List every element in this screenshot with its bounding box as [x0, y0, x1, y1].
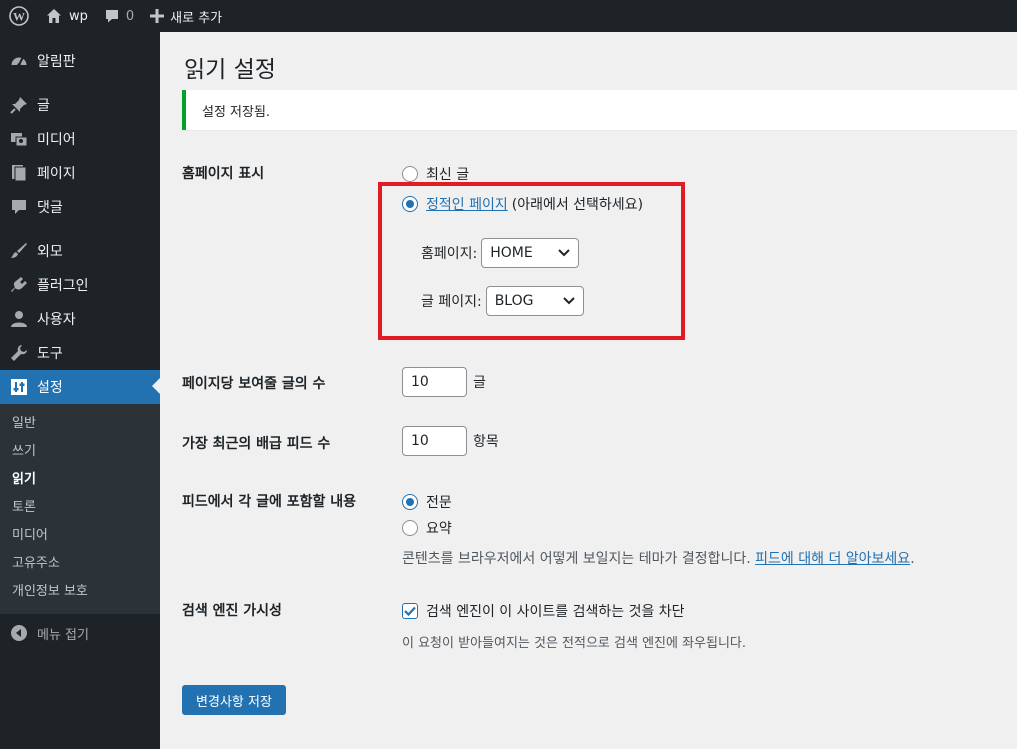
search-visibility-description: 이 요청이 받아들여지는 것은 전적으로 검색 엔진에 좌우됩니다.: [402, 636, 747, 651]
notice-text: 설정 저장됨.: [202, 104, 271, 120]
admin-sidebar: 알림판 글 미디어 페이지 댓글 외모 플러그인 사용자 도구 설정 일반 쓰기…: [0, 32, 160, 749]
new-content-label: 새로 추가: [170, 10, 223, 26]
submenu-general[interactable]: 일반: [0, 410, 160, 438]
sidebar-item-label: 플러그인: [37, 278, 89, 294]
sidebar-item-label: 페이지: [37, 166, 76, 182]
feed-items-field: 10 항목: [402, 426, 499, 456]
collapse-arrow-icon: [9, 623, 29, 643]
settings-icon: [9, 377, 29, 397]
brush-icon: [9, 241, 29, 261]
radio-button-selected[interactable]: [402, 494, 418, 510]
sidebar-item-label: 글: [37, 98, 50, 114]
posts-per-page-label: 페이지당 보여줄 글의 수: [182, 376, 326, 392]
new-content-link[interactable]: 새로 추가: [142, 0, 230, 32]
posts-per-page-unit: 글: [473, 375, 486, 391]
homepage-display-label: 홈페이지 표시: [182, 166, 265, 182]
radio-latest-posts[interactable]: 최신 글: [402, 164, 469, 184]
submenu-privacy[interactable]: 개인정보 보호: [0, 578, 160, 606]
sidebar-item-label: 설정: [37, 380, 63, 396]
feed-items-input[interactable]: 10: [402, 426, 467, 456]
feed-learn-more-link[interactable]: 피드에 대해 더 알아보세요: [755, 551, 910, 567]
collapse-menu-label: 메뉴 접기: [37, 627, 89, 643]
radio-latest-label: 최신 글: [426, 167, 470, 183]
radio-button[interactable]: [402, 520, 418, 536]
red-highlight-box: [378, 182, 685, 340]
dashboard-icon: [9, 51, 29, 71]
feed-desc-period: .: [910, 551, 915, 567]
radio-full-text[interactable]: 전문: [402, 492, 452, 512]
posts-per-page-input[interactable]: 10: [402, 367, 467, 397]
radio-summary-label: 요약: [426, 521, 452, 537]
radio-summary[interactable]: 요약: [402, 518, 452, 538]
sidebar-item-posts[interactable]: 글: [0, 88, 160, 122]
comment-icon: [9, 197, 29, 217]
admin-bar: W wp 0 새로 추가: [0, 0, 1017, 32]
save-changes-button[interactable]: 변경사항 저장: [182, 685, 286, 715]
sidebar-item-label: 도구: [37, 346, 63, 362]
plugin-icon: [9, 275, 29, 295]
submenu-writing[interactable]: 쓰기: [0, 438, 160, 466]
plus-icon: [150, 9, 165, 23]
feed-content-label: 피드에서 각 글에 포함할 내용: [182, 494, 357, 510]
sidebar-item-label: 댓글: [37, 200, 63, 216]
discourage-search-label: 검색 엔진이 이 사이트를 검색하는 것을 차단: [426, 604, 685, 620]
wordpress-logo-icon: W: [9, 6, 29, 26]
search-visibility-label: 검색 엔진 가시성: [182, 603, 282, 619]
wordpress-logo-button[interactable]: W: [0, 0, 37, 32]
sidebar-item-comments[interactable]: 댓글: [0, 190, 160, 224]
pin-icon: [9, 95, 29, 115]
sidebar-item-appearance[interactable]: 외모: [0, 234, 160, 268]
submenu-media[interactable]: 미디어: [0, 522, 160, 550]
feed-items-unit: 항목: [473, 434, 499, 450]
checkmark-icon: [404, 606, 416, 616]
feed-desc-text: 콘텐츠를 브라우저에서 어떻게 보일지는 테마가 결정합니다.: [402, 551, 751, 567]
sidebar-item-label: 알림판: [37, 54, 76, 70]
site-name: wp: [69, 8, 88, 24]
radio-full-label: 전문: [426, 495, 452, 511]
media-icon: [9, 129, 29, 149]
discourage-search-checkbox[interactable]: [402, 603, 418, 619]
settings-saved-notice: 설정 저장됨.: [182, 90, 1017, 130]
page-icon: [9, 163, 29, 183]
main-content: 읽기 설정 설정 저장됨. 홈페이지 표시 최신 글 정적인 페이지 (아래에서…: [160, 32, 1017, 749]
feed-items-label: 가장 최근의 배급 피드 수: [182, 436, 331, 452]
wrench-icon: [9, 343, 29, 363]
page-title: 읽기 설정: [184, 57, 276, 83]
svg-text:W: W: [13, 10, 25, 24]
user-icon: [9, 309, 29, 329]
sidebar-item-label: 사용자: [37, 312, 76, 328]
comments-link[interactable]: 0: [96, 0, 142, 32]
comments-count: 0: [125, 8, 135, 24]
feed-content-description: 콘텐츠를 브라우저에서 어떻게 보일지는 테마가 결정합니다. 피드에 대해 더…: [402, 548, 915, 568]
sidebar-item-plugins[interactable]: 플러그인: [0, 268, 160, 302]
sidebar-item-label: 미디어: [37, 132, 76, 148]
radio-button[interactable]: [402, 166, 418, 182]
home-icon: [47, 9, 61, 23]
search-visibility-checkbox-row[interactable]: 검색 엔진이 이 사이트를 검색하는 것을 차단: [402, 601, 685, 621]
posts-per-page-field: 10 글: [402, 367, 486, 397]
posts-per-page-value: 10: [411, 374, 429, 390]
comment-bubble-icon: [105, 10, 118, 23]
submenu-permalinks[interactable]: 고유주소: [0, 550, 160, 578]
settings-submenu: 일반 쓰기 읽기 토론 미디어 고유주소 개인정보 보호: [0, 404, 160, 614]
sidebar-item-media[interactable]: 미디어: [0, 122, 160, 156]
sidebar-item-users[interactable]: 사용자: [0, 302, 160, 336]
sidebar-item-tools[interactable]: 도구: [0, 336, 160, 370]
submenu-reading[interactable]: 읽기: [0, 466, 160, 494]
site-name-link[interactable]: wp: [37, 0, 96, 32]
collapse-menu-button[interactable]: 메뉴 접기: [0, 616, 160, 650]
sidebar-item-settings[interactable]: 설정: [0, 370, 160, 404]
sidebar-item-dashboard[interactable]: 알림판: [0, 44, 160, 78]
sidebar-item-label: 외모: [37, 244, 63, 260]
feed-items-value: 10: [411, 433, 429, 449]
submenu-discussion[interactable]: 토론: [0, 494, 160, 522]
sidebar-item-pages[interactable]: 페이지: [0, 156, 160, 190]
